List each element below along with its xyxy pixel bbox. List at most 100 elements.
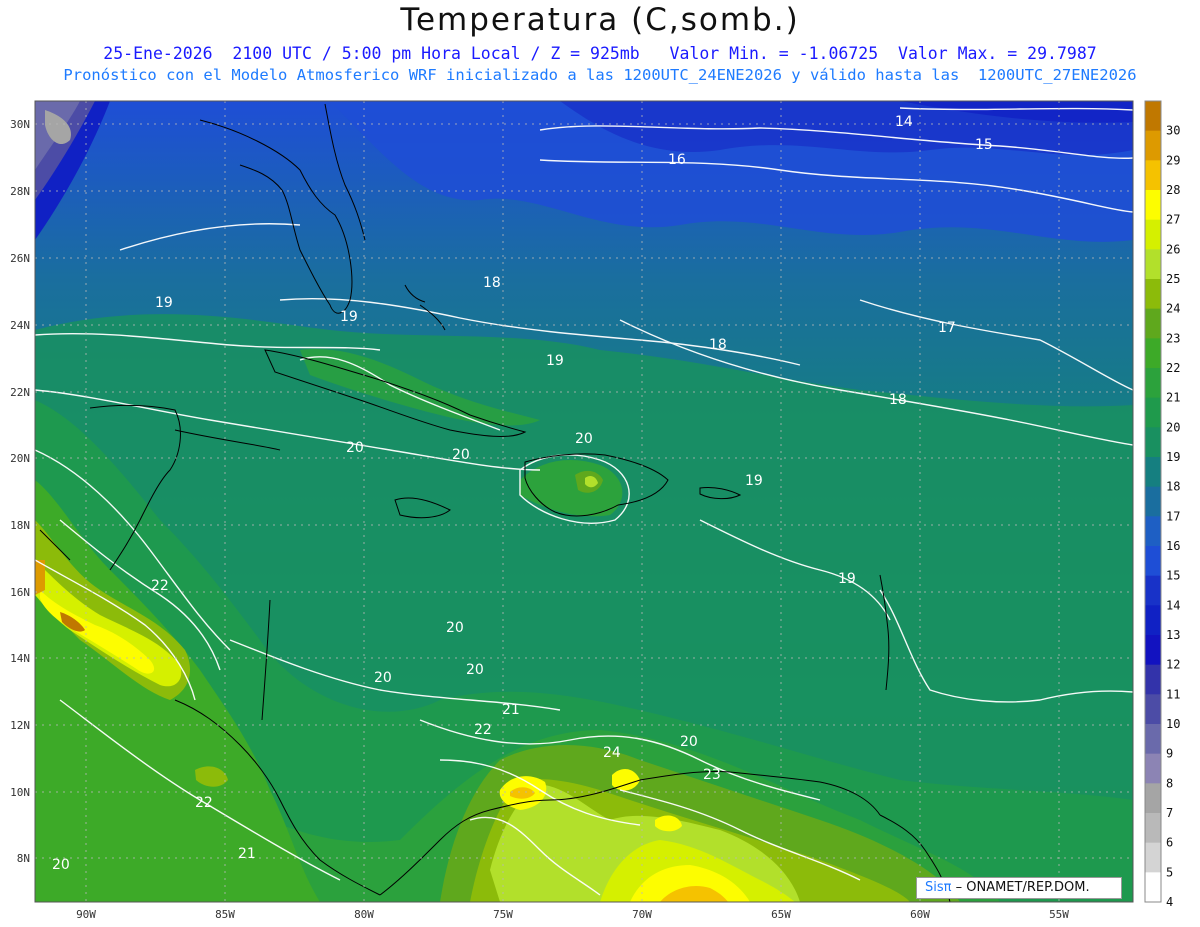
contour-label: 22 <box>474 722 492 738</box>
contour-label: 20 <box>575 431 593 447</box>
lat-tick: 8N <box>17 852 30 865</box>
contour-label: 16 <box>668 152 686 168</box>
colorbar-swatch <box>1145 457 1161 488</box>
lat-tick: 24N <box>10 319 30 332</box>
credit-org: – ONAMET/REP.DOM. <box>951 880 1090 895</box>
colorbar-swatch <box>1145 783 1161 814</box>
colorbar-swatch <box>1145 694 1161 725</box>
contour-label: 21 <box>502 702 520 718</box>
colorbar-swatch <box>1145 605 1161 636</box>
colorbar-swatch <box>1145 219 1161 250</box>
colorbar-swatch <box>1145 486 1161 517</box>
contour-label: 19 <box>745 473 763 489</box>
contour-label: 20 <box>374 670 392 686</box>
colorbar-swatch <box>1145 308 1161 339</box>
contour-label: 15 <box>975 137 993 153</box>
lon-tick: 55W <box>1049 908 1069 921</box>
colorbar-label: 25 <box>1166 272 1180 286</box>
contour-label: 20 <box>52 857 70 873</box>
colorbar-swatch <box>1145 813 1161 844</box>
lat-tick: 14N <box>10 652 30 665</box>
lon-tick: 70W <box>632 908 652 921</box>
colorbar-label: 22 <box>1166 361 1180 375</box>
contour-label: 20 <box>446 620 464 636</box>
lat-tick: 10N <box>10 786 30 799</box>
colorbar-label: 13 <box>1166 628 1180 642</box>
colorbar-label: 12 <box>1166 658 1180 672</box>
colorbar-label: 18 <box>1166 480 1180 494</box>
lat-tick: 20N <box>10 452 30 465</box>
contour-label: 14 <box>895 114 913 130</box>
colorbar-label: 20 <box>1166 420 1180 434</box>
colorbar-swatch <box>1145 338 1161 369</box>
lon-tick: 65W <box>771 908 791 921</box>
contour-label: 22 <box>195 795 213 811</box>
colorbar-label: 23 <box>1166 331 1180 345</box>
lat-tick: 12N <box>10 719 30 732</box>
contour-label: 21 <box>238 846 256 862</box>
colorbar-swatch <box>1145 101 1161 132</box>
map-field: 14 15 16 17 18 18 18 18 19 19 19 19 19 2… <box>35 101 1133 902</box>
longitude-axis: 90W 85W 80W 75W 70W 65W 60W 55W <box>76 908 1069 921</box>
contour-label: 19 <box>546 353 564 369</box>
contour-label: 17 <box>938 320 956 336</box>
colorbar-swatch <box>1145 397 1161 428</box>
colorbar-label: 21 <box>1166 391 1180 405</box>
colorbar-label: 5 <box>1166 865 1173 879</box>
lat-tick: 30N <box>10 118 30 131</box>
colorbar-label: 24 <box>1166 302 1180 316</box>
contour-label: 20 <box>346 440 364 456</box>
contour-label: 18 <box>709 337 727 353</box>
colorbar-swatch <box>1145 160 1161 191</box>
colorbar-swatch <box>1145 368 1161 399</box>
colorbar-swatch <box>1145 190 1161 221</box>
colorbar-label: 27 <box>1166 213 1180 227</box>
colorbar-swatch <box>1145 427 1161 458</box>
contour-label: 22 <box>151 578 169 594</box>
colorbar-label: 11 <box>1166 687 1180 701</box>
colorbar-label: 28 <box>1166 183 1180 197</box>
temperature-map: 14 15 16 17 18 18 18 18 19 19 19 19 19 2… <box>10 100 1180 921</box>
colorbar-swatch <box>1145 872 1161 903</box>
credit-box: Sisπ – ONAMET/REP.DOM. <box>916 877 1122 899</box>
contour-label: 20 <box>680 734 698 750</box>
colorbar-label: 14 <box>1166 598 1180 612</box>
colorbar-swatch <box>1145 279 1161 310</box>
lat-tick: 16N <box>10 586 30 599</box>
colorbar-label: 19 <box>1166 450 1180 464</box>
colorbar-swatch <box>1145 575 1161 606</box>
lat-tick: 18N <box>10 519 30 532</box>
colorbar-label: 6 <box>1166 836 1173 850</box>
colorbar-swatch <box>1145 516 1161 547</box>
colorbar-label: 8 <box>1166 776 1173 790</box>
colorbar-label: 16 <box>1166 539 1180 553</box>
colorbar-swatch <box>1145 664 1161 695</box>
colorbar-label: 15 <box>1166 569 1180 583</box>
colorbar-swatch <box>1145 130 1161 161</box>
colorbar-swatch <box>1145 635 1161 666</box>
contour-label: 19 <box>838 571 856 587</box>
lat-tick: 22N <box>10 386 30 399</box>
contour-label: 19 <box>340 309 358 325</box>
colorbar-label: 9 <box>1166 747 1173 761</box>
lon-tick: 60W <box>910 908 930 921</box>
colorbar-label: 17 <box>1166 509 1180 523</box>
colorbar-label: 7 <box>1166 806 1173 820</box>
colorbar-label: 26 <box>1166 242 1180 256</box>
contour-label: 19 <box>155 295 173 311</box>
contour-label: 24 <box>603 745 621 761</box>
latitude-axis: 30N 28N 26N 24N 22N 20N 18N 16N 14N 12N … <box>10 118 30 865</box>
colorbar-label: 29 <box>1166 153 1180 167</box>
lat-tick: 28N <box>10 185 30 198</box>
colorbar-swatch <box>1145 724 1161 755</box>
lon-tick: 90W <box>76 908 96 921</box>
colorbar-swatch <box>1145 546 1161 577</box>
contour-label: 18 <box>889 392 907 408</box>
lon-tick: 85W <box>215 908 235 921</box>
colorbar-label: 10 <box>1166 717 1180 731</box>
colorbar: 30 29 28 27 26 25 24 23 22 21 20 19 18 17 16 15 14 13 12 11… <box>1144 100 1180 909</box>
colorbar-swatch <box>1145 753 1161 784</box>
colorbar-swatch <box>1145 249 1161 280</box>
sis-logo-text: Sisπ <box>925 880 952 895</box>
lat-tick: 26N <box>10 252 30 265</box>
